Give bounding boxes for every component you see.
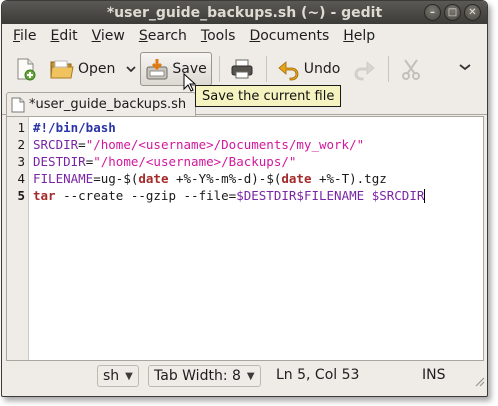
menu-documents-label: ocuments [260, 28, 330, 44]
menu-view-mnemonic: V [91, 28, 101, 44]
menu-edit[interactable]: Edit [43, 28, 84, 44]
cut-button[interactable] [394, 52, 428, 86]
menu-file[interactable]: File [6, 28, 43, 44]
menu-file-mnemonic: F [13, 28, 21, 44]
menu-tools-label: ools [207, 28, 236, 44]
toolbar: Open Save Undo [2, 48, 487, 90]
language-label: sh [103, 368, 120, 384]
code-text: +%-Y%-m%-d)-$( [168, 171, 282, 186]
undo-icon [278, 61, 299, 81]
recent-files-dropdown[interactable] [122, 63, 140, 76]
window-controls: – □ ✕ [424, 4, 481, 21]
code-text: =ug-$( [93, 171, 139, 186]
variable-ref: $DESTDIR [236, 188, 297, 203]
insert-mode: INS [422, 367, 446, 383]
redo-icon [354, 61, 375, 81]
line-number: 5 [17, 188, 25, 203]
save-icon [146, 59, 168, 80]
minimize-button[interactable]: – [424, 4, 441, 21]
menu-view-label: iew [100, 28, 125, 44]
menu-help-label: elp [353, 28, 376, 44]
chevron-down-icon: ▼ [246, 370, 255, 382]
chevron-down-icon [459, 64, 471, 71]
document-icon [11, 97, 25, 112]
toolbar-overflow-button[interactable] [459, 60, 471, 74]
tab-label: *user_guide_backups.sh [29, 97, 187, 112]
redo-button[interactable] [347, 52, 381, 86]
open-label: Open [78, 61, 116, 77]
chevron-down-icon: ▼ [125, 370, 133, 382]
tab-width-label: Tab Width: 8 [154, 368, 241, 384]
variable-name: FILENAME [33, 171, 94, 186]
title-bar[interactable]: *user_guide_backups.sh (~) - gedit – □ ✕ [2, 1, 487, 24]
code-line-5: 5 tar --create --gzip --file= $DESTDIR $FI… [7, 187, 483, 204]
menu-documents-mnemonic: D [249, 28, 261, 44]
line-number: 3 [17, 154, 25, 169]
open-button[interactable]: Open [44, 52, 120, 86]
code-line-4: 4 FILENAME =ug-$(date +%-Y%-m%-d)-$(date … [7, 170, 483, 187]
chevron-down-icon [126, 65, 137, 72]
gedit-window: *user_guide_backups.sh (~) - gedit – □ ✕… [1, 0, 488, 397]
menu-edit-label: dit [59, 28, 78, 44]
variable-ref: $SRCDIR [371, 188, 425, 203]
assignment: = [78, 137, 86, 152]
line-number: 1 [17, 120, 25, 135]
variable-name: SRCDIR [33, 137, 79, 152]
close-button[interactable]: ✕ [464, 4, 481, 21]
code-line-2: 2 SRCDIR = "/home/<username>/Documents/my_… [7, 136, 483, 153]
scissors-icon [402, 59, 421, 80]
line-number: 4 [17, 171, 25, 186]
resize-grip-icon[interactable] [473, 375, 485, 387]
mouse-pointer-icon [183, 73, 197, 92]
window-title: *user_guide_backups.sh (~) - gedit [106, 4, 383, 21]
undo-button[interactable]: Undo [272, 52, 346, 86]
menu-edit-mnemonic: E [50, 28, 60, 44]
string-literal: "/home/<username>/Backups/" [93, 154, 297, 169]
new-button[interactable] [8, 52, 42, 86]
menu-documents[interactable]: Documents [242, 28, 336, 44]
menu-help[interactable]: Help [336, 28, 382, 44]
status-bar: sh ▼ Tab Width: 8 ▼ Ln 5, Col 53 INS [2, 363, 487, 389]
save-tooltip: Save the current file [195, 85, 342, 107]
code-lines: 1 #!/bin/bash 2 SRCDIR = "/home/<username>… [7, 119, 483, 204]
variable-name: DESTDIR [33, 154, 86, 169]
shebang: #!/bin/bash [33, 120, 116, 135]
maximize-button[interactable]: □ [444, 4, 461, 21]
menu-help-mnemonic: H [343, 28, 354, 44]
command-keyword: date [281, 171, 312, 186]
tab-width-selector[interactable]: Tab Width: 8 ▼ [148, 365, 261, 387]
undo-label: Undo [303, 61, 341, 77]
print-button[interactable] [225, 52, 259, 86]
language-selector[interactable]: sh ▼ [97, 365, 139, 387]
menu-file-label: ile [20, 28, 37, 44]
code-text: +%-T).tgz [311, 171, 387, 186]
code-text: --create --gzip --file= [55, 188, 237, 203]
toolbar-separator [388, 56, 390, 82]
new-document-icon [17, 58, 36, 81]
menu-bar: File Edit View Search Tools Documents He… [2, 24, 487, 48]
line-number: 2 [17, 137, 25, 152]
variable-ref: $FILENAME [296, 188, 365, 203]
menu-tools[interactable]: Tools [194, 28, 243, 44]
string-literal: "/home/<username>/Documents/my_work/" [85, 137, 365, 152]
printer-icon [231, 59, 253, 79]
cursor-position: Ln 5, Col 53 [276, 367, 360, 383]
assignment: = [85, 154, 94, 169]
toolbar-separator [218, 56, 220, 82]
code-line-3: 3 DESTDIR = "/home/<username>/Backups/" [7, 153, 483, 170]
menu-search[interactable]: Search [132, 28, 194, 44]
command-keyword: tar [33, 188, 56, 203]
tab-user-guide-backups[interactable]: *user_guide_backups.sh [6, 92, 196, 116]
folder-open-icon [50, 60, 74, 79]
menu-search-mnemonic: S [138, 28, 148, 44]
save-button[interactable]: Save [140, 52, 212, 86]
text-cursor [424, 188, 426, 203]
command-keyword: date [138, 171, 169, 186]
menu-search-label: earch [147, 28, 187, 44]
code-line-1: 1 #!/bin/bash [7, 119, 483, 136]
text-editor[interactable]: 1 #!/bin/bash 2 SRCDIR = "/home/<username>… [6, 116, 484, 361]
menu-view[interactable]: View [85, 28, 132, 44]
toolbar-separator [265, 56, 267, 82]
